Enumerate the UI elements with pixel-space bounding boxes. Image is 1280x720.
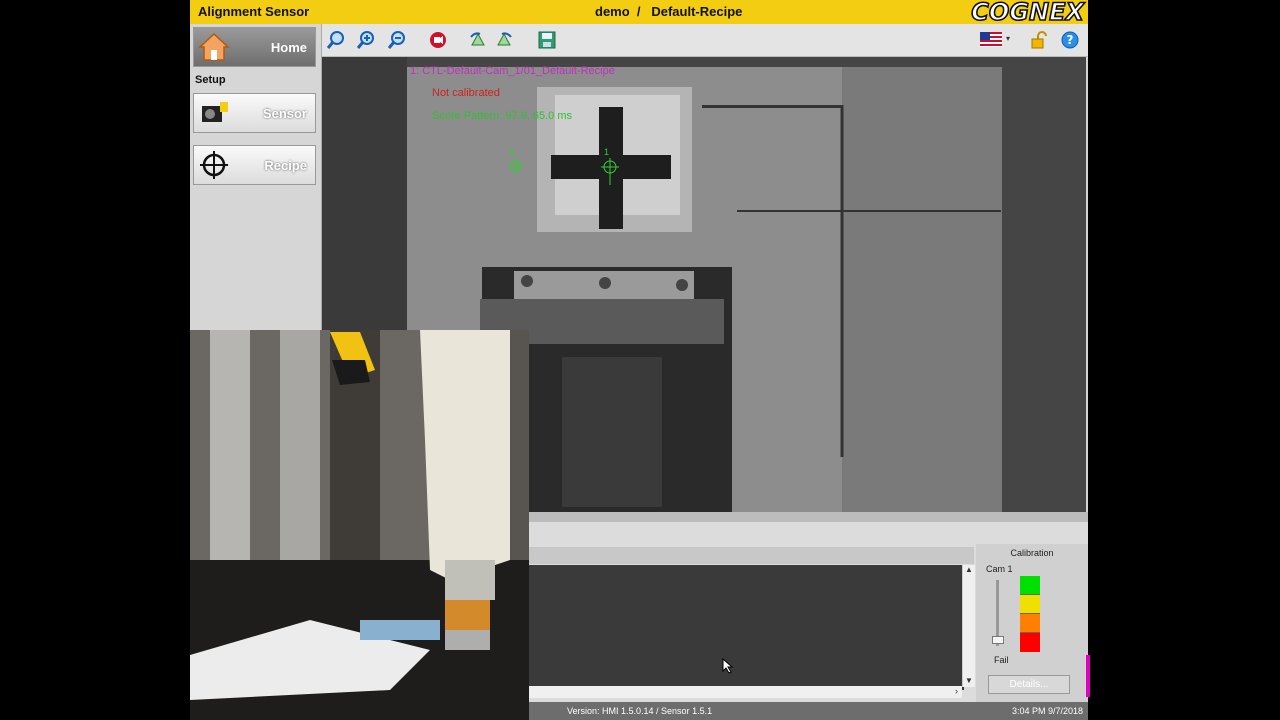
webcam-video-overlay — [190, 330, 529, 720]
app-title: Alignment Sensor — [198, 4, 310, 19]
scroll-down-icon[interactable]: ▼ — [965, 676, 973, 685]
level-yellow — [1020, 595, 1040, 614]
level-red — [1020, 633, 1040, 652]
help-icon[interactable]: ? — [1061, 31, 1079, 49]
details-button[interactable]: Details... — [988, 675, 1070, 694]
svg-text:?: ? — [1067, 33, 1074, 47]
nav-home-label: Home — [270, 40, 307, 55]
overlay-calibration-status: Not calibrated — [432, 87, 500, 99]
calibration-level-meter — [1020, 576, 1040, 652]
nav-home-button[interactable]: Home — [193, 27, 316, 67]
overlay-title-text: 1: CTL-Default-Cam_1/01_Default-Recipe — [410, 65, 615, 77]
recipe-path: demo / Default-Recipe — [595, 4, 743, 19]
calibration-title: Calibration — [1010, 548, 1054, 558]
level-green — [1020, 576, 1040, 595]
mouse-cursor-icon — [722, 658, 734, 674]
sensor-camera-icon — [202, 102, 228, 122]
zoom-in-icon[interactable] — [357, 31, 375, 49]
level-orange — [1020, 614, 1040, 633]
crosshair-marker-0 — [508, 158, 524, 174]
robot-arm-photo — [190, 330, 529, 720]
title-bar: Alignment Sensor demo / Default-Recipe C… — [190, 0, 1088, 26]
fail-label: Fail — [994, 655, 1009, 665]
marker-1-label: 1 — [604, 147, 610, 157]
setup-section-label: Setup — [195, 74, 226, 86]
lock-icon[interactable] — [1030, 31, 1048, 49]
nav-recipe-button[interactable]: Recipe — [193, 145, 316, 185]
cognex-logo: COGNEX — [970, 0, 1084, 26]
calibration-panel: Calibration Cam 1 Fail Details... — [976, 544, 1088, 702]
calibration-slider-thumb[interactable] — [992, 636, 1004, 644]
toolbar: ▾ ? — [322, 24, 1088, 57]
crosshair-icon — [200, 151, 228, 179]
rotate-right-icon[interactable] — [495, 31, 513, 49]
window-edge-marker — [1086, 655, 1090, 697]
camera-label: Cam 1 — [986, 564, 1013, 574]
record-icon[interactable] — [429, 31, 447, 49]
scroll-right-icon[interactable]: › — [955, 686, 958, 696]
scroll-up-icon[interactable]: ▲ — [965, 565, 973, 574]
nav-sensor-button[interactable]: Sensor — [193, 93, 316, 133]
overlay-score-text: Score Pattern: 97.9, 65.0 ms — [432, 110, 573, 122]
crosshair-marker-1 — [601, 158, 619, 185]
rotate-left-icon[interactable] — [469, 31, 487, 49]
chevron-down-icon[interactable]: ▾ — [1006, 34, 1010, 43]
zoom-fit-icon[interactable] — [327, 31, 345, 49]
save-icon[interactable] — [538, 31, 556, 49]
results-vertical-scrollbar[interactable]: ▲ ▼ — [962, 565, 975, 687]
nav-recipe-label: Recipe — [264, 158, 307, 173]
flag-us-icon[interactable] — [980, 32, 1002, 47]
home-icon — [198, 32, 230, 61]
nav-sensor-label: Sensor — [262, 106, 307, 121]
timestamp-text: 3:04 PM 9/7/2018 — [1012, 706, 1084, 716]
zoom-out-icon[interactable] — [388, 31, 406, 49]
version-text: Version: HMI 1.5.0.14 / Sensor 1.5.1 — [567, 706, 713, 716]
marker-0-label: 0 — [509, 147, 515, 157]
